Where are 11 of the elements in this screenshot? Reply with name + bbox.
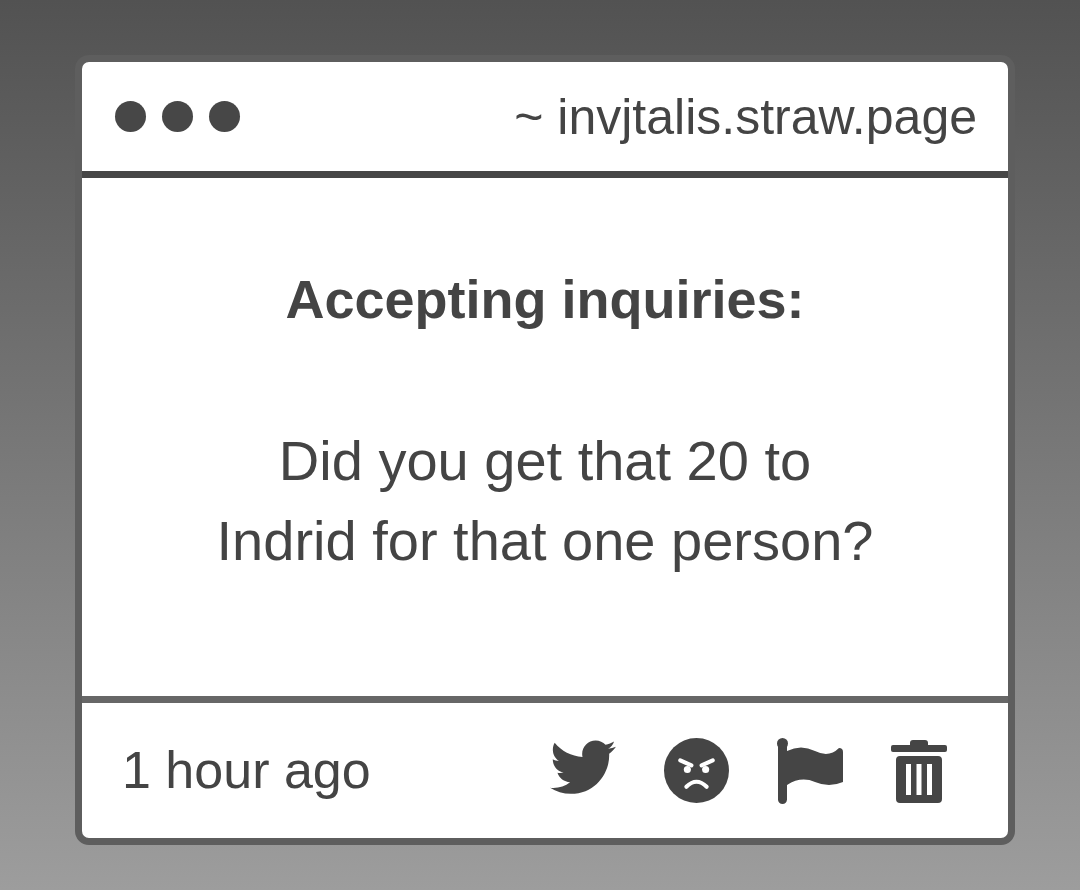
message-heading: Accepting inquiries: [285, 268, 805, 331]
message-text: Did you get that 20 to Indrid for that one person? [216, 428, 874, 574]
window-dot-icon [162, 101, 193, 132]
window-dot-icon [115, 101, 146, 132]
trash-icon[interactable] [891, 738, 947, 803]
window-dot-icon [209, 101, 240, 132]
timestamp: 1 hour ago [122, 740, 371, 802]
angry-face-icon[interactable] [664, 738, 729, 803]
window-title: ~ invjtalis.straw.page [514, 87, 977, 147]
flag-icon[interactable] [777, 737, 843, 804]
bird-icon[interactable] [550, 739, 616, 794]
